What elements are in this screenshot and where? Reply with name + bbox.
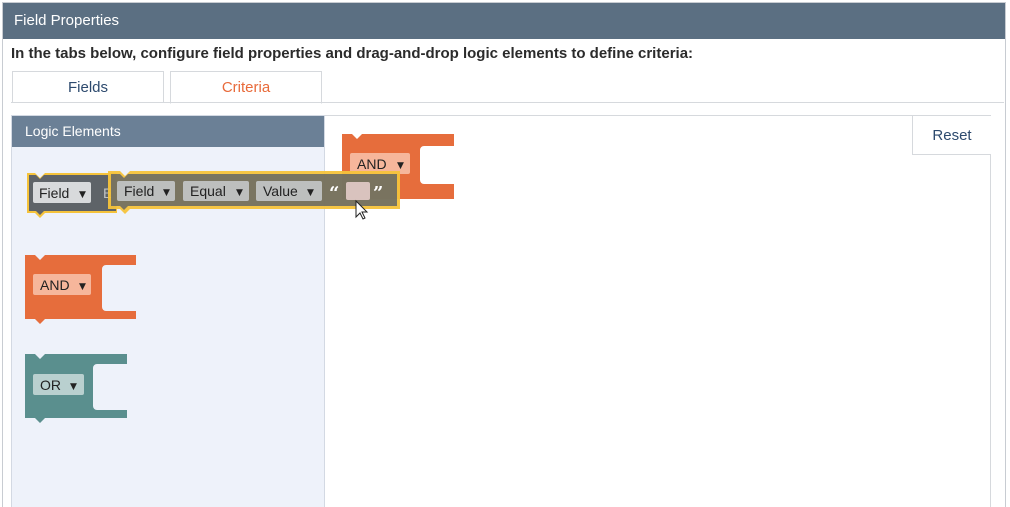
drag-value-label: Value [263, 183, 298, 199]
workspace-and-label: AND [357, 156, 387, 172]
dragging-comparison-block[interactable]: Field ▼ Equal ▼ Value ▼ “ ” [108, 171, 400, 214]
criteria-workspace[interactable]: Reset [325, 115, 991, 507]
dropdown-arrow-icon: ▼ [70, 382, 77, 392]
dropdown-arrow-icon: ▼ [397, 161, 404, 171]
dropdown-arrow-icon: ▼ [307, 188, 314, 198]
dropdown-arrow-icon: ▼ [236, 188, 243, 198]
instructions-text: In the tabs below, configure field prope… [11, 45, 694, 62]
open-quote: “ [329, 183, 339, 204]
palette-and-label: AND [40, 277, 70, 293]
tab-divider [11, 102, 1004, 103]
dropdown-arrow-icon: ▼ [163, 188, 170, 198]
logic-elements-title: Logic Elements [12, 116, 324, 147]
panel-title: Field Properties [3, 3, 1005, 39]
tab-fields[interactable]: Fields [12, 71, 164, 103]
tab-criteria[interactable]: Criteria [170, 71, 322, 104]
palette-or-label: OR [40, 377, 61, 393]
dropdown-arrow-icon: ▼ [79, 190, 86, 200]
dropdown-arrow-icon: ▼ [79, 282, 86, 292]
close-quote: ” [373, 183, 383, 204]
drag-field-label: Field [124, 183, 154, 199]
reset-button[interactable]: Reset [912, 116, 991, 155]
palette-field-label: Field [39, 185, 69, 201]
drag-operator-label: Equal [190, 183, 226, 199]
palette-comparison-block[interactable]: Field ▼ E [27, 173, 117, 218]
drag-text-input[interactable] [346, 182, 370, 200]
